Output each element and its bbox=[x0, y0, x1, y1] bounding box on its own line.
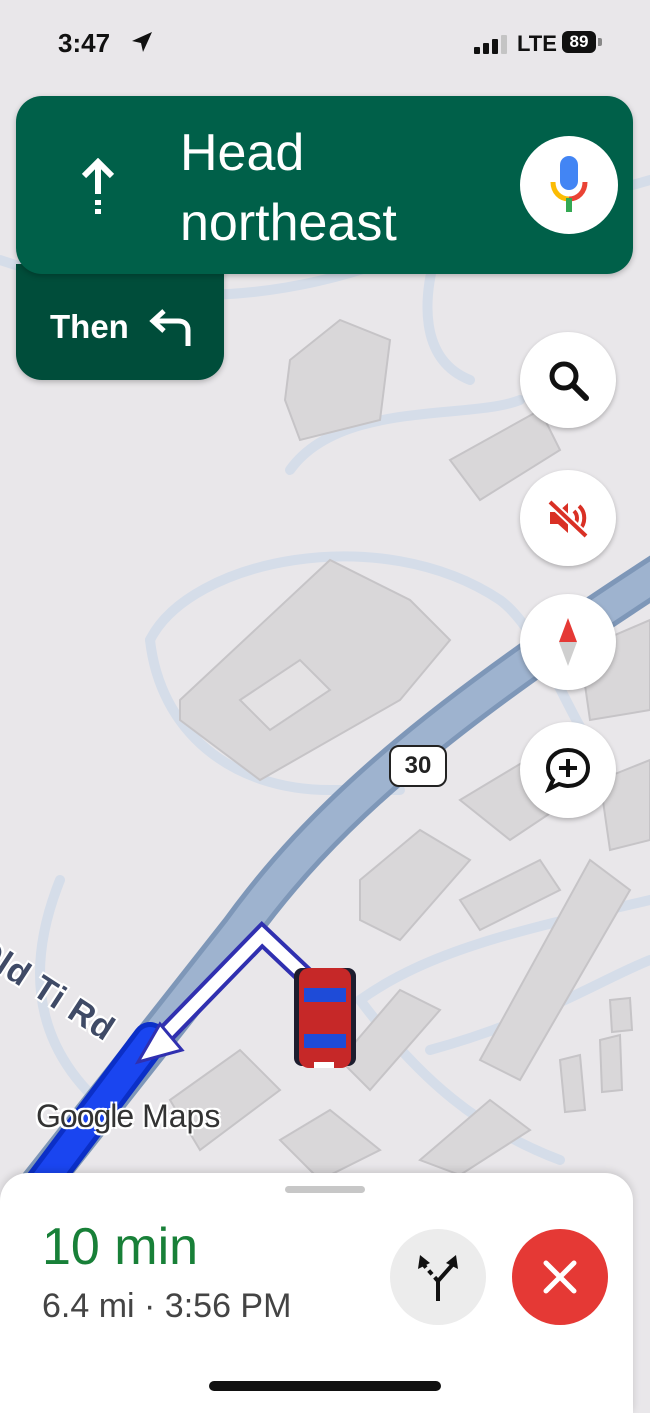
mic-icon bbox=[550, 156, 588, 212]
mute-button[interactable] bbox=[520, 470, 616, 566]
battery-level: 89 bbox=[562, 31, 596, 53]
exit-navigation-button[interactable] bbox=[512, 1229, 608, 1325]
voice-search-button[interactable] bbox=[520, 136, 618, 234]
sound-off-icon bbox=[547, 499, 589, 539]
search-button[interactable] bbox=[520, 332, 616, 428]
alternate-routes-icon bbox=[418, 1255, 458, 1301]
eta-duration: 10 min bbox=[42, 1218, 199, 1276]
add-report-button[interactable] bbox=[520, 722, 616, 818]
home-indicator[interactable] bbox=[209, 1381, 441, 1391]
battery-nub bbox=[598, 38, 602, 46]
compass-icon bbox=[559, 618, 577, 666]
alternate-routes-button[interactable] bbox=[390, 1229, 486, 1325]
vehicle-icon bbox=[294, 968, 356, 1068]
navigation-banner[interactable]: Head northeast bbox=[16, 96, 633, 274]
straight-arrow-icon bbox=[81, 158, 115, 214]
compass-button[interactable] bbox=[520, 594, 616, 690]
location-arrow-icon bbox=[132, 32, 152, 52]
route-shield: 30 bbox=[389, 745, 447, 787]
status-time: 3:47 bbox=[58, 28, 111, 58]
direction-instruction: Head northeast bbox=[180, 124, 397, 252]
turn-left-icon bbox=[149, 309, 191, 346]
watermark-google: Google bbox=[36, 1098, 134, 1134]
add-report-icon bbox=[544, 747, 591, 794]
status-bar: 3:47 LTE 89 bbox=[0, 0, 650, 88]
trip-summary-sheet[interactable]: 10 min 6.4 mi · 3:56 PM bbox=[0, 1173, 633, 1413]
google-maps-watermark: Google Maps bbox=[36, 1098, 220, 1135]
search-icon bbox=[549, 361, 589, 401]
watermark-maps: Maps bbox=[142, 1098, 221, 1134]
close-icon bbox=[543, 1260, 577, 1294]
distance-arrival: 6.4 mi · 3:56 PM bbox=[42, 1287, 292, 1325]
then-label: Then bbox=[50, 308, 129, 345]
sheet-handle[interactable] bbox=[285, 1186, 365, 1193]
then-card[interactable]: Then bbox=[16, 264, 224, 380]
signal-bars-icon bbox=[474, 35, 507, 54]
network-type: LTE bbox=[517, 31, 557, 56]
